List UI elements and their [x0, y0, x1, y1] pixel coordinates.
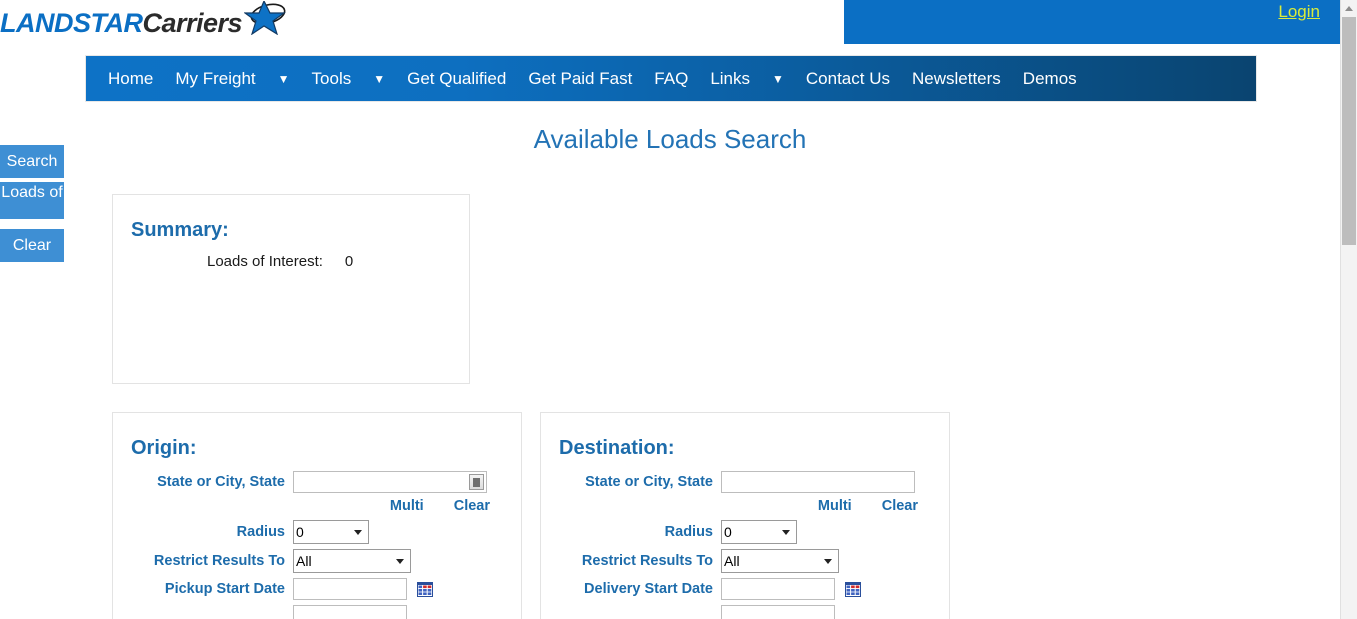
origin-state-city-label: State or City, State: [157, 474, 285, 490]
destination-date-end-field: [721, 605, 835, 619]
side-button-clear[interactable]: Clear: [0, 229, 64, 262]
origin-radius-label: Radius: [236, 524, 285, 540]
calendar-icon[interactable]: [845, 581, 861, 597]
logo-secondary-text: Carriers: [142, 7, 243, 38]
page-root: LANDSTARCarriers Login Home My Freight ▼…: [0, 0, 1357, 619]
nav-item-get-qualified[interactable]: Get Qualified: [396, 70, 517, 87]
destination-multi-link[interactable]: Multi: [818, 498, 852, 514]
chevron-down-icon-tools[interactable]: ▼: [362, 73, 396, 85]
nav-item-my-freight[interactable]: My Freight: [164, 70, 266, 87]
login-link[interactable]: Login: [1278, 2, 1320, 22]
origin-restrict-label: Restrict Results To: [153, 553, 285, 569]
site-logo[interactable]: LANDSTARCarriers: [0, 0, 288, 44]
origin-restrict-field: All: [293, 549, 411, 573]
side-button-loads-of[interactable]: Loads of: [0, 182, 64, 219]
origin-date-end-input[interactable]: [293, 605, 407, 619]
side-button-search[interactable]: Search: [0, 145, 64, 178]
destination-date-end-input[interactable]: [721, 605, 835, 619]
destination-heading: Destination:: [559, 437, 675, 459]
destination-restrict-row: Restrict Results To All: [541, 549, 949, 573]
origin-state-city-field: [293, 471, 487, 493]
destination-state-city-field: [721, 471, 915, 493]
nav-item-newsletters[interactable]: Newsletters: [901, 70, 1012, 87]
origin-restrict-row: Restrict Results To All: [113, 549, 521, 573]
nav-item-demos[interactable]: Demos: [1012, 70, 1088, 87]
origin-date-end-field: [293, 605, 407, 619]
origin-panel: Origin: State or City, State Multi Clear…: [112, 412, 522, 619]
destination-restrict-field: All: [721, 549, 839, 573]
nav-item-faq[interactable]: FAQ: [643, 70, 699, 87]
chevron-down-icon-my-freight[interactable]: ▼: [267, 73, 301, 85]
destination-restrict-select[interactable]: All: [721, 549, 839, 573]
origin-heading: Origin:: [131, 437, 197, 459]
loads-of-interest-value: 0: [344, 253, 354, 270]
destination-links-row: Multi Clear: [541, 498, 918, 514]
origin-state-city-row: State or City, State: [113, 471, 521, 493]
origin-form: State or City, State Multi Clear Radius …: [113, 471, 521, 619]
destination-radius-row: Radius 0: [541, 520, 949, 544]
vertical-scrollbar[interactable]: [1340, 0, 1357, 619]
destination-delivery-start-date-input[interactable]: [721, 578, 835, 600]
origin-date-row: Pickup Start Date: [113, 578, 521, 600]
spinner-icon[interactable]: [469, 474, 484, 490]
destination-radius-select[interactable]: 0: [721, 520, 797, 544]
destination-panel: Destination: State or City, State Multi …: [540, 412, 950, 619]
destination-radius-label: Radius: [664, 524, 713, 540]
destination-radius-field: 0: [721, 520, 797, 544]
destination-state-city-row: State or City, State: [541, 471, 949, 493]
logo-primary-text: LANDSTAR: [0, 7, 143, 38]
origin-date-end-row: [113, 605, 521, 619]
page-title: Available Loads Search: [533, 124, 807, 154]
destination-state-city-label: State or City, State: [585, 474, 713, 490]
origin-radius-select[interactable]: 0: [293, 520, 369, 544]
origin-radius-field: 0: [293, 520, 369, 544]
star-icon: [243, 0, 288, 40]
loads-of-interest-label: Loads of Interest:: [207, 253, 323, 270]
nav-item-links[interactable]: Links: [699, 70, 761, 87]
destination-restrict-label: Restrict Results To: [581, 553, 713, 569]
destination-date-field: [721, 578, 861, 600]
origin-links-row: Multi Clear: [113, 498, 490, 514]
destination-form: State or City, State Multi Clear Radius …: [541, 471, 949, 619]
destination-clear-link[interactable]: Clear: [882, 498, 918, 514]
origin-date-field: [293, 578, 433, 600]
origin-state-city-input[interactable]: [293, 471, 487, 493]
nav-item-contact-us[interactable]: Contact Us: [795, 70, 901, 87]
chevron-down-icon-links[interactable]: ▼: [761, 73, 795, 85]
calendar-icon[interactable]: [417, 581, 433, 597]
origin-clear-link[interactable]: Clear: [454, 498, 490, 514]
origin-radius-row: Radius 0: [113, 520, 521, 544]
nav-item-get-paid-fast[interactable]: Get Paid Fast: [517, 70, 643, 87]
loads-of-interest-row: Loads of Interest: 0: [207, 253, 353, 270]
origin-pickup-start-date-input[interactable]: [293, 578, 407, 600]
destination-state-city-input[interactable]: [721, 471, 915, 493]
destination-date-row: Delivery Start Date: [541, 578, 949, 600]
header-banner: Login: [844, 0, 1344, 44]
main-navigation: Home My Freight ▼ Tools ▼ Get Qualified …: [85, 55, 1257, 102]
origin-restrict-select[interactable]: All: [293, 549, 411, 573]
destination-date-label: Delivery Start Date: [584, 581, 713, 597]
scrollbar-thumb[interactable]: [1342, 17, 1356, 245]
nav-item-tools[interactable]: Tools: [301, 70, 363, 87]
summary-panel: Summary: Loads of Interest: 0: [112, 194, 470, 384]
origin-date-label: Pickup Start Date: [164, 581, 285, 597]
nav-item-home[interactable]: Home: [97, 70, 164, 87]
summary-heading: Summary:: [131, 219, 229, 241]
origin-multi-link[interactable]: Multi: [390, 498, 424, 514]
chevron-up-icon[interactable]: [1341, 0, 1357, 17]
destination-date-end-row: [541, 605, 949, 619]
